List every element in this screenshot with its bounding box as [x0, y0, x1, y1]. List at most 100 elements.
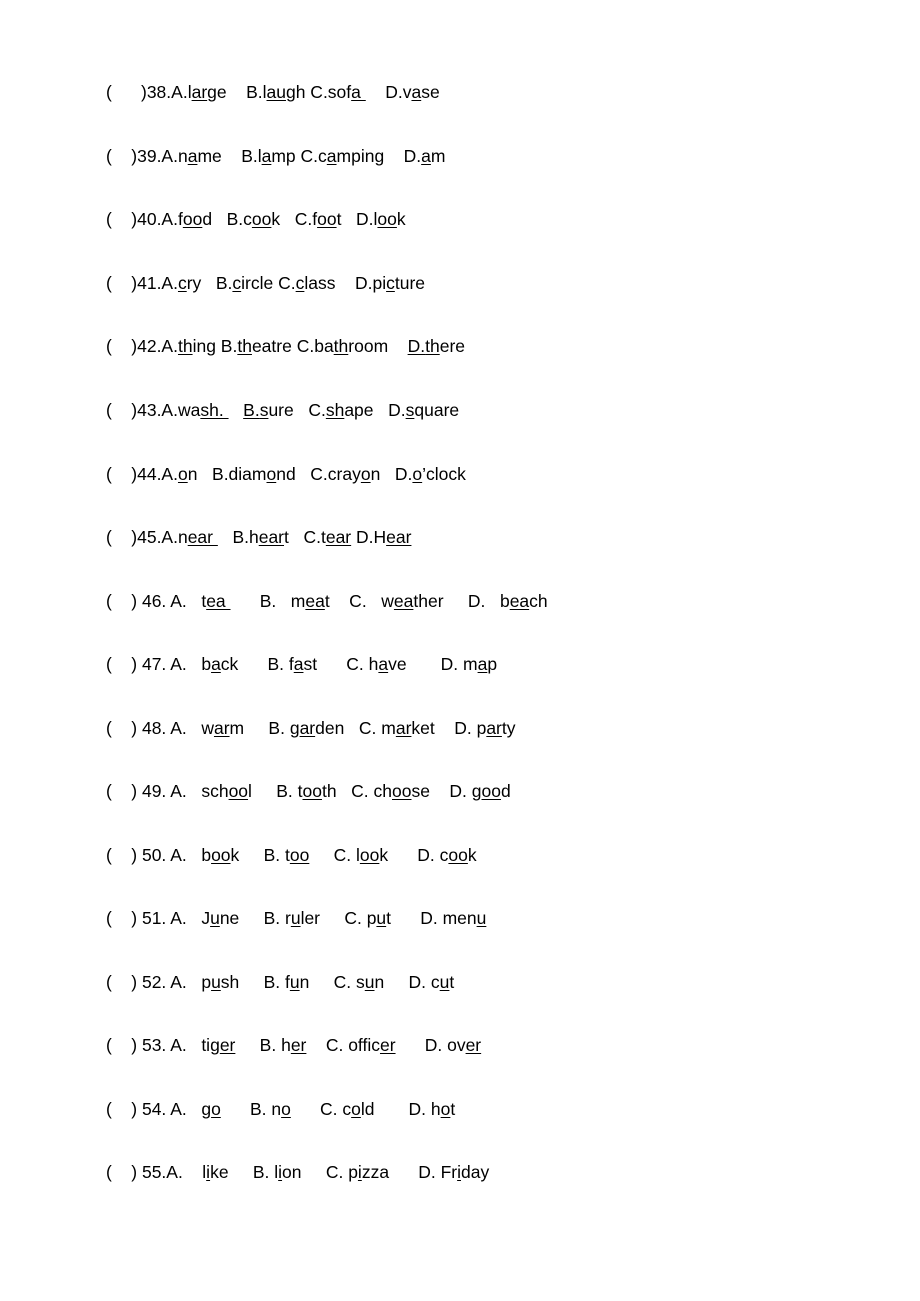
option-D-54[interactable]: D. hot [375, 1099, 456, 1119]
option-B-44[interactable]: B.diamond [197, 464, 296, 484]
option-B-41[interactable]: B.circle [201, 273, 273, 293]
answer-bracket-53[interactable]: ( ) 53. A. [106, 1035, 187, 1055]
option-D-55[interactable]: D. Friday [389, 1162, 489, 1182]
answer-bracket-41[interactable]: ( )41.A. [106, 273, 178, 293]
question-row: ( ) 50. A. book B. too C. look D. cook [106, 845, 846, 911]
option-B-51[interactable]: B. ruler [239, 908, 320, 928]
option-A-49[interactable]: school [187, 781, 252, 801]
option-A-50[interactable]: book [187, 845, 239, 865]
answer-bracket-50[interactable]: ( ) 50. A. [106, 845, 187, 865]
option-C-54[interactable]: C. cold [291, 1099, 374, 1119]
option-A-51[interactable]: June [187, 908, 239, 928]
option-D-50[interactable]: D. cook [388, 845, 476, 865]
option-C-41[interactable]: C.class [273, 273, 335, 293]
option-D-52[interactable]: D. cut [384, 972, 455, 992]
question-row: ( )40.A.food B.cook C.foot D.look [106, 209, 846, 275]
option-C-53[interactable]: C. officer [306, 1035, 396, 1055]
option-D-41[interactable]: D.picture [336, 273, 425, 293]
question-row: ( )43.A.wash. B.sure C.shape D.square [106, 400, 846, 466]
answer-bracket-43[interactable]: ( )43.A. [106, 400, 178, 420]
option-A-55[interactable]: like [183, 1162, 228, 1182]
option-A-40[interactable]: food [178, 209, 212, 229]
option-B-38[interactable]: B.laugh [227, 82, 305, 102]
answer-bracket-52[interactable]: ( ) 52. A. [106, 972, 187, 992]
answer-bracket-38[interactable]: ( )38.A. [106, 82, 188, 102]
option-A-39[interactable]: name [178, 146, 222, 166]
option-A-38[interactable]: large [188, 82, 227, 102]
option-C-50[interactable]: C. look [309, 845, 388, 865]
option-C-43[interactable]: C.shape [294, 400, 373, 420]
answer-bracket-51[interactable]: ( ) 51. A. [106, 908, 187, 928]
option-C-49[interactable]: C. choose [337, 781, 430, 801]
option-A-48[interactable]: warm [187, 718, 244, 738]
option-D-40[interactable]: D.look [341, 209, 406, 229]
option-D-46[interactable]: D. beach [444, 591, 548, 611]
option-A-45[interactable]: near [178, 527, 218, 547]
answer-bracket-48[interactable]: ( ) 48. A. [106, 718, 187, 738]
option-B-39[interactable]: B.lamp [222, 146, 295, 166]
option-A-46[interactable]: tea [187, 591, 231, 611]
option-B-55[interactable]: B. lion [229, 1162, 302, 1182]
option-C-46[interactable]: C. weather [330, 591, 443, 611]
option-C-39[interactable]: C.camping [296, 146, 385, 166]
option-B-54[interactable]: B. no [221, 1099, 291, 1119]
option-B-50[interactable]: B. too [239, 845, 310, 865]
option-B-40[interactable]: B.cook [212, 209, 281, 229]
option-B-43[interactable]: B.sure [229, 400, 294, 420]
option-B-42[interactable]: B.theatre [216, 336, 292, 356]
option-C-55[interactable]: C. pizza [302, 1162, 389, 1182]
option-D-42[interactable]: D.there [388, 336, 465, 356]
question-row: ( ) 46. A. tea B. meat C. weather D. bea… [106, 591, 846, 657]
answer-bracket-55[interactable]: ( ) 55.A. [106, 1162, 183, 1182]
answer-bracket-44[interactable]: ( )44.A. [106, 464, 178, 484]
option-C-40[interactable]: C.foot [280, 209, 342, 229]
option-D-38[interactable]: D.vase [366, 82, 439, 102]
option-A-47[interactable]: back [187, 654, 238, 674]
option-D-47[interactable]: D. map [407, 654, 497, 674]
option-A-53[interactable]: tiger [187, 1035, 235, 1055]
option-B-46[interactable]: B. meat [231, 591, 330, 611]
option-A-43[interactable]: wash. [178, 400, 229, 420]
question-list: ( )38.A.large B.laugh C.sofa D.vase ( )39… [106, 82, 846, 1228]
option-B-45[interactable]: B.heart [218, 527, 288, 547]
question-row: ( ) 55.A. like B. lion C. pizza D. Frida… [106, 1164, 846, 1228]
option-B-49[interactable]: B. tooth [252, 781, 336, 801]
question-row: ( ) 49. A. school B. tooth C. choose D. … [106, 783, 846, 847]
option-D-51[interactable]: D. menu [391, 908, 486, 928]
question-row: ( ) 51. A. June B. ruler C. put D. menu [106, 910, 846, 974]
option-C-44[interactable]: C.crayon [296, 464, 380, 484]
option-C-48[interactable]: C. market [344, 718, 435, 738]
option-D-43[interactable]: D.square [374, 400, 459, 420]
option-D-49[interactable]: D. good [430, 781, 510, 801]
option-C-45[interactable]: C.tear [289, 527, 351, 547]
option-A-42[interactable]: thing [178, 336, 216, 356]
question-row: ( )44.A.on B.diamond C.crayon D.o’clock [106, 464, 846, 530]
option-C-47[interactable]: C. have [317, 654, 406, 674]
option-D-44[interactable]: D.o’clock [380, 464, 466, 484]
option-B-48[interactable]: B. garden [244, 718, 344, 738]
answer-bracket-42[interactable]: ( )42.A. [106, 336, 178, 356]
option-D-48[interactable]: D. party [435, 718, 515, 738]
option-B-53[interactable]: B. her [235, 1035, 307, 1055]
option-C-52[interactable]: C. sun [309, 972, 385, 992]
question-row: ( ) 52. A. push B. fun C. sun D. cut [106, 972, 846, 1038]
answer-bracket-39[interactable]: ( )39.A. [106, 146, 178, 166]
option-A-44[interactable]: on [178, 464, 197, 484]
option-D-45[interactable]: D.Hear [351, 527, 411, 547]
option-C-38[interactable]: C.sofa [305, 82, 365, 102]
answer-bracket-49[interactable]: ( ) 49. A. [106, 781, 187, 801]
option-A-54[interactable]: go [187, 1099, 220, 1119]
option-A-52[interactable]: push [187, 972, 239, 992]
option-C-42[interactable]: C.bathroom [292, 336, 388, 356]
option-D-39[interactable]: D.am [384, 146, 446, 166]
option-A-41[interactable]: cry [178, 273, 201, 293]
option-B-52[interactable]: B. fun [239, 972, 310, 992]
option-B-47[interactable]: B. fast [238, 654, 317, 674]
answer-bracket-47[interactable]: ( ) 47. A. [106, 654, 187, 674]
option-C-51[interactable]: C. put [320, 908, 391, 928]
answer-bracket-45[interactable]: ( )45.A. [106, 527, 178, 547]
answer-bracket-54[interactable]: ( ) 54. A. [106, 1099, 187, 1119]
answer-bracket-40[interactable]: ( )40.A. [106, 209, 178, 229]
answer-bracket-46[interactable]: ( ) 46. A. [106, 591, 187, 611]
option-D-53[interactable]: D. over [396, 1035, 481, 1055]
